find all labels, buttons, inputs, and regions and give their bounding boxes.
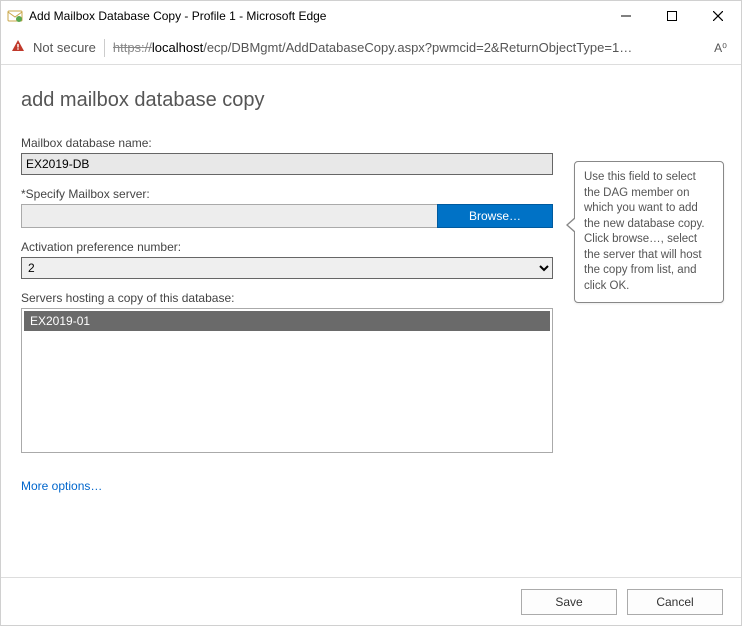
page-title: add mailbox database copy [21,89,721,112]
activation-pref-label: Activation preference number: [21,240,553,254]
url-scheme: https:// [113,40,152,55]
address-bar: Not secure https://localhost/ecp/DBMgmt/… [1,31,741,65]
separator [104,39,105,57]
not-secure-label: Not secure [33,40,96,55]
save-button[interactable]: Save [521,589,617,615]
url-path: /ecp/DBMgmt/AddDatabaseCopy.aspx?pwmcid=… [203,40,632,55]
app-icon [7,8,23,24]
browse-button[interactable]: Browse… [437,204,553,228]
activation-pref-select[interactable]: 2 [21,257,553,279]
servers-list[interactable]: EX2019-01 [21,308,553,453]
window-title: Add Mailbox Database Copy - Profile 1 - … [29,9,603,23]
servers-hosting-label: Servers hosting a copy of this database: [21,291,553,305]
mailbox-server-input [21,204,438,228]
server-label: *Specify Mailbox server: [21,187,553,201]
close-button[interactable] [695,1,741,31]
footer: Save Cancel [1,577,741,625]
db-name-label: Mailbox database name: [21,136,553,150]
minimize-button[interactable] [603,1,649,31]
db-name-input [21,153,553,175]
cancel-button[interactable]: Cancel [627,589,723,615]
titlebar: Add Mailbox Database Copy - Profile 1 - … [1,1,741,31]
maximize-button[interactable] [649,1,695,31]
read-aloud-icon[interactable]: A⁰ [710,41,731,55]
url-display[interactable]: https://localhost/ecp/DBMgmt/AddDatabase… [113,40,702,55]
more-options-link[interactable]: More options… [21,479,102,493]
help-callout-text: Use this field to select the DAG member … [584,171,705,292]
url-host: localhost [152,40,203,55]
help-callout: Use this field to select the DAG member … [574,161,724,303]
content-area: add mailbox database copy Mailbox databa… [1,65,741,577]
window-controls [603,1,741,31]
list-item[interactable]: EX2019-01 [24,311,550,331]
not-secure-icon [11,39,25,56]
